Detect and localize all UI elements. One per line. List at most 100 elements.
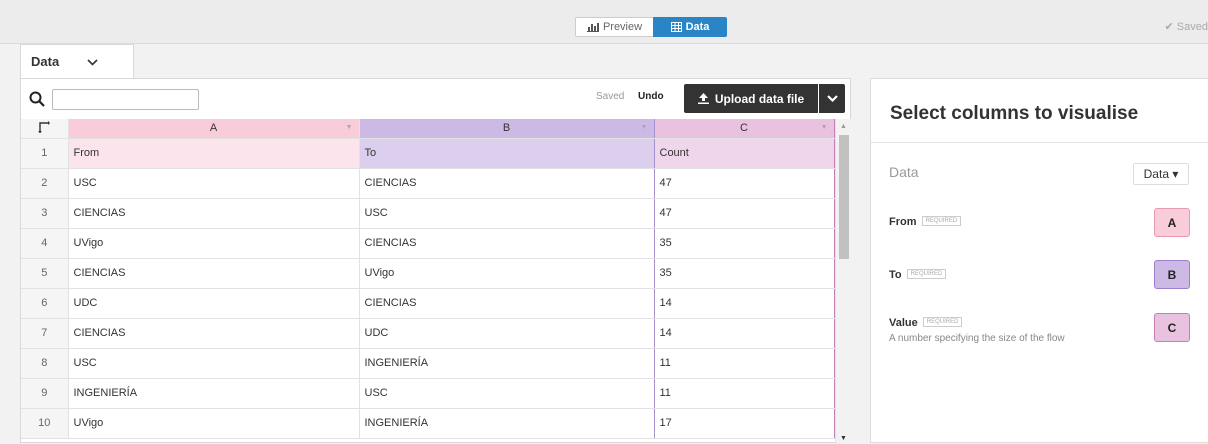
cell-c[interactable]: 11	[654, 348, 835, 379]
binding-description: A number specifying the size of the flow	[889, 333, 1065, 344]
saved-status: ✔ Saved	[1164, 21, 1208, 33]
grid-scrollbar[interactable]: ▲ ▼	[835, 119, 851, 444]
cell-b[interactable]: UVigo	[358, 258, 655, 289]
binding-value-column-chip[interactable]: C	[1154, 313, 1190, 342]
data-tab[interactable]: Data	[653, 17, 727, 37]
cell-c[interactable]: Count	[654, 138, 835, 169]
row-number: 10	[21, 408, 69, 439]
cell-c[interactable]: 47	[654, 168, 835, 199]
row-number: 4	[21, 228, 69, 259]
transpose-icon	[38, 120, 51, 133]
cell-b[interactable]: INGENIERÍA	[358, 348, 655, 379]
data-toolbar: Saved Undo Upload data file	[21, 79, 850, 119]
row-number: 1	[21, 138, 69, 169]
binding-to-column-chip[interactable]: B	[1154, 260, 1190, 289]
top-bar: Preview Data ✔ Saved	[0, 0, 1208, 44]
table-row: 10 UVigo INGENIERÍA 17	[21, 408, 835, 439]
cell-c[interactable]: 47	[654, 198, 835, 229]
cell-b[interactable]: USC	[358, 198, 655, 229]
cell-a[interactable]: USC	[68, 348, 360, 379]
column-header-b[interactable]: B ▼	[358, 119, 655, 139]
cell-a[interactable]: UDC	[68, 288, 360, 319]
cell-c[interactable]: 35	[654, 228, 835, 259]
scroll-down-icon[interactable]: ▼	[840, 435, 847, 442]
data-panel: Saved Undo Upload data file A ▼ B ▼ C ▼ 1 Fr…	[20, 78, 851, 444]
cell-c[interactable]: 11	[654, 378, 835, 409]
cell-c[interactable]: 17	[654, 408, 835, 439]
panel-title: Select columns to visualise	[890, 103, 1139, 124]
preview-tab-label: Preview	[602, 21, 643, 33]
column-header-label: B	[502, 122, 511, 135]
row-number: 2	[21, 168, 69, 199]
binding-value: Value REQUIRED A number specifying the si…	[889, 313, 1065, 344]
table-row: 2 USC CIENCIAS 47	[21, 168, 835, 199]
row-number: 6	[21, 288, 69, 319]
saved-indicator: Saved	[596, 91, 625, 102]
divider	[871, 142, 1208, 143]
cell-b[interactable]: USC	[358, 378, 655, 409]
row-number: 8	[21, 348, 69, 379]
cell-c[interactable]: 14	[654, 288, 835, 319]
table-row: 9 INGENIERÍA USC 11	[21, 378, 835, 409]
cell-b[interactable]: UDC	[358, 318, 655, 349]
sheet-selector-label: Data	[31, 54, 60, 69]
upload-data-button[interactable]: Upload data file	[684, 84, 818, 113]
data-tab-label: Data	[685, 21, 710, 33]
table-icon	[670, 22, 682, 32]
chevron-down-icon	[87, 55, 98, 69]
caret-down-icon: ▼	[640, 124, 648, 131]
data-grid: A ▼ B ▼ C ▼ 1 From To Count 2 USC CIENCIAS 47 3 CIEN…	[21, 119, 835, 439]
required-badge: REQUIRED	[906, 268, 947, 279]
chevron-down-icon	[826, 95, 838, 102]
search-input[interactable]	[52, 89, 199, 110]
grid-corner-transpose[interactable]	[21, 119, 69, 139]
required-badge: REQUIRED	[921, 215, 962, 226]
binding-from-column-chip[interactable]: A	[1154, 208, 1190, 237]
cell-b[interactable]: CIENCIAS	[358, 288, 655, 319]
binding-name: To	[889, 269, 902, 281]
binding-from: From REQUIRED	[889, 212, 962, 230]
cell-b[interactable]: To	[358, 138, 655, 169]
row-number: 3	[21, 198, 69, 229]
binding-name: From	[889, 216, 917, 228]
cell-a[interactable]: From	[68, 138, 360, 169]
cell-a[interactable]: CIENCIAS	[68, 258, 360, 289]
view-toggle: Preview Data	[575, 17, 727, 37]
cell-a[interactable]: USC	[68, 168, 360, 199]
dataset-select[interactable]: Data ▾	[1133, 163, 1189, 185]
row-number: 5	[21, 258, 69, 289]
cell-b[interactable]: CIENCIAS	[358, 168, 655, 199]
table-row: 3 CIENCIAS USC 47	[21, 198, 835, 229]
sheet-selector[interactable]: Data	[20, 44, 134, 78]
undo-button[interactable]: Undo	[638, 91, 664, 102]
table-row: 7 CIENCIAS UDC 14	[21, 318, 835, 349]
dataset-label: Data	[889, 164, 919, 180]
cell-c[interactable]: 35	[654, 258, 835, 289]
table-row: 8 USC INGENIERÍA 11	[21, 348, 835, 379]
table-row: 4 UVigo CIENCIAS 35	[21, 228, 835, 259]
binding-to: To REQUIRED	[889, 265, 947, 283]
caret-down-icon: ▼	[345, 124, 353, 131]
cell-b[interactable]: INGENIERÍA	[358, 408, 655, 439]
caret-down-icon: ▼	[820, 124, 828, 131]
column-selector-panel: Select columns to visualise Data Data ▾ …	[870, 78, 1208, 443]
chart-icon	[586, 23, 599, 32]
cell-c[interactable]: 14	[654, 318, 835, 349]
cell-a[interactable]: UVigo	[68, 408, 360, 439]
scroll-up-icon[interactable]: ▲	[840, 123, 847, 130]
column-header-label: C	[740, 122, 748, 135]
table-row: 5 CIENCIAS UVigo 35	[21, 258, 835, 289]
table-row: 6 UDC CIENCIAS 14	[21, 288, 835, 319]
column-header-a[interactable]: A ▼	[67, 119, 360, 139]
scroll-thumb[interactable]	[839, 135, 849, 259]
upload-options-button[interactable]	[819, 84, 845, 113]
cell-a[interactable]: INGENIERÍA	[68, 378, 360, 409]
cell-a[interactable]: CIENCIAS	[68, 198, 360, 229]
row-number: 7	[21, 318, 69, 349]
upload-icon	[697, 93, 709, 104]
cell-b[interactable]: CIENCIAS	[358, 228, 655, 259]
cell-a[interactable]: CIENCIAS	[68, 318, 360, 349]
cell-a[interactable]: UVigo	[68, 228, 360, 259]
column-header-c[interactable]: C ▼	[654, 119, 835, 139]
preview-tab[interactable]: Preview	[575, 17, 653, 37]
